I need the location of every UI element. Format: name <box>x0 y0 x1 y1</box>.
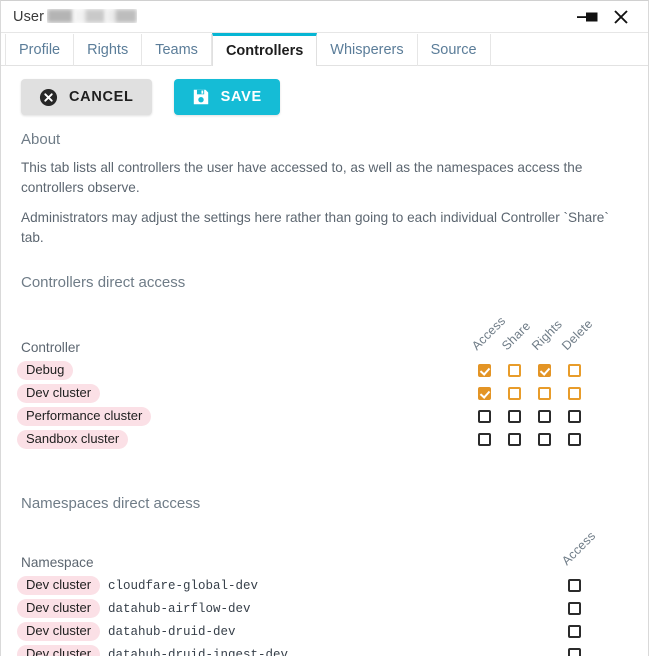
checkbox-dev-cluster-access[interactable] <box>478 386 492 401</box>
tab-teams[interactable]: Teams <box>142 34 212 66</box>
user-details-window: User Profile Rights Teams Controllers Wh… <box>0 0 649 656</box>
namespaces-table-header: Namespace Access <box>17 514 632 574</box>
cancel-button[interactable]: CANCEL <box>21 79 152 115</box>
namespace-name: datahub-druid-ingest-dev <box>108 647 289 656</box>
checkbox-namespace-datahub-airflow-dev-access[interactable] <box>568 601 582 616</box>
close-icon[interactable] <box>608 4 634 30</box>
save-button-label: SAVE <box>220 89 262 105</box>
checkbox-performance-cluster-rights[interactable] <box>538 409 552 424</box>
namespace-cluster-badge: Dev cluster <box>17 645 101 656</box>
cancel-button-label: CANCEL <box>69 89 134 105</box>
checkbox-namespace-datahub-druid-ingest-dev-access[interactable] <box>568 647 582 656</box>
checkbox-performance-cluster-share[interactable] <box>508 409 522 424</box>
namespace-name: datahub-druid-dev <box>108 624 236 639</box>
controller-badge: Debug <box>17 361 74 380</box>
namespaces-section-heading: Namespaces direct access <box>21 495 201 512</box>
controller-badge: Dev cluster <box>17 384 101 403</box>
action-toolbar: CANCEL SAVE <box>17 66 632 127</box>
tab-profile[interactable]: Profile <box>5 34 75 66</box>
controller-badge: Sandbox cluster <box>17 430 129 449</box>
checkbox-sandbox-cluster-delete[interactable] <box>568 432 582 447</box>
checkbox-dev-cluster-delete[interactable] <box>568 386 582 401</box>
namespace-cluster-badge: Dev cluster <box>17 576 101 595</box>
namespace-name: cloudfare-global-dev <box>108 578 259 593</box>
checkbox-namespace-datahub-druid-dev-access[interactable] <box>568 624 582 639</box>
tab-whisperers[interactable]: Whisperers <box>317 34 418 66</box>
checkbox-dev-cluster-share[interactable] <box>508 386 522 401</box>
tab-rights[interactable]: Rights <box>74 34 143 66</box>
controller-badge: Performance cluster <box>17 407 152 426</box>
namespaces-column-access: Access <box>559 528 599 568</box>
tab-profile-label: Profile <box>19 42 61 58</box>
window-title-prefix: User <box>13 8 45 25</box>
namespace-cluster-badge: Dev cluster <box>17 599 101 618</box>
controllers-section-heading: Controllers direct access <box>21 274 186 291</box>
tab-rights-label: Rights <box>87 42 129 58</box>
checkbox-debug-rights[interactable] <box>538 363 552 378</box>
about-paragraph-1: This tab lists all controllers the user … <box>21 160 583 195</box>
checkbox-sandbox-cluster-share[interactable] <box>508 432 522 447</box>
tab-whisperers-label: Whisperers <box>330 42 404 58</box>
controllers-tab-content: CANCEL SAVE About This tab lists all con… <box>1 66 648 656</box>
about-paragraph-2: Administrators may adjust the settings h… <box>21 210 609 245</box>
checkbox-performance-cluster-delete[interactable] <box>568 409 582 424</box>
table-row: Performance cluster <box>17 405 632 428</box>
checkbox-dev-cluster-rights[interactable] <box>538 386 552 401</box>
namespace-name: datahub-airflow-dev <box>108 601 251 616</box>
window-titlebar: User <box>1 1 648 33</box>
checkbox-debug-delete[interactable] <box>568 363 582 378</box>
controllers-table-header: Controller Access Share Rights Delete <box>17 299 632 359</box>
checkbox-namespace-cloudfare-global-dev-access[interactable] <box>568 578 582 593</box>
checkbox-sandbox-cluster-access[interactable] <box>478 432 492 447</box>
tab-teams-label: Teams <box>155 42 198 58</box>
save-button[interactable]: SAVE <box>173 79 280 115</box>
checkbox-debug-share[interactable] <box>508 363 522 378</box>
list-item: Dev cluster datahub-druid-dev <box>17 620 632 643</box>
controllers-column-rights: Rights <box>529 317 565 353</box>
list-item: Dev cluster datahub-airflow-dev <box>17 597 632 620</box>
table-row: Debug <box>17 359 632 382</box>
window-title: User <box>13 8 138 25</box>
tab-controllers[interactable]: Controllers <box>211 33 318 66</box>
controllers-table: Controller Access Share Rights Delete De… <box>17 299 632 451</box>
redacted-username <box>47 8 138 23</box>
table-row: Dev cluster <box>17 382 632 405</box>
titlebar-actions <box>574 4 642 30</box>
pin-icon[interactable] <box>574 4 600 30</box>
table-row: Sandbox cluster <box>17 428 632 451</box>
checkbox-sandbox-cluster-rights[interactable] <box>538 432 552 447</box>
tab-controllers-label: Controllers <box>225 43 304 59</box>
floppy-disk-icon <box>192 88 210 106</box>
list-item: Dev cluster datahub-druid-ingest-dev <box>17 643 632 656</box>
tab-bar: Profile Rights Teams Controllers Whisper… <box>1 33 648 66</box>
checkbox-performance-cluster-access[interactable] <box>478 409 492 424</box>
checkbox-debug-access[interactable] <box>478 363 492 378</box>
list-item: Dev cluster cloudfare-global-dev <box>17 574 632 597</box>
cancel-circle-icon <box>39 88 58 107</box>
namespace-cluster-badge: Dev cluster <box>17 622 101 641</box>
tab-source[interactable]: Source <box>418 34 491 66</box>
controllers-column-delete: Delete <box>559 316 596 353</box>
tab-source-label: Source <box>430 42 477 58</box>
about-heading: About <box>21 131 61 148</box>
namespaces-table: Namespace Access Dev cluster cloudfare-g… <box>17 514 632 656</box>
